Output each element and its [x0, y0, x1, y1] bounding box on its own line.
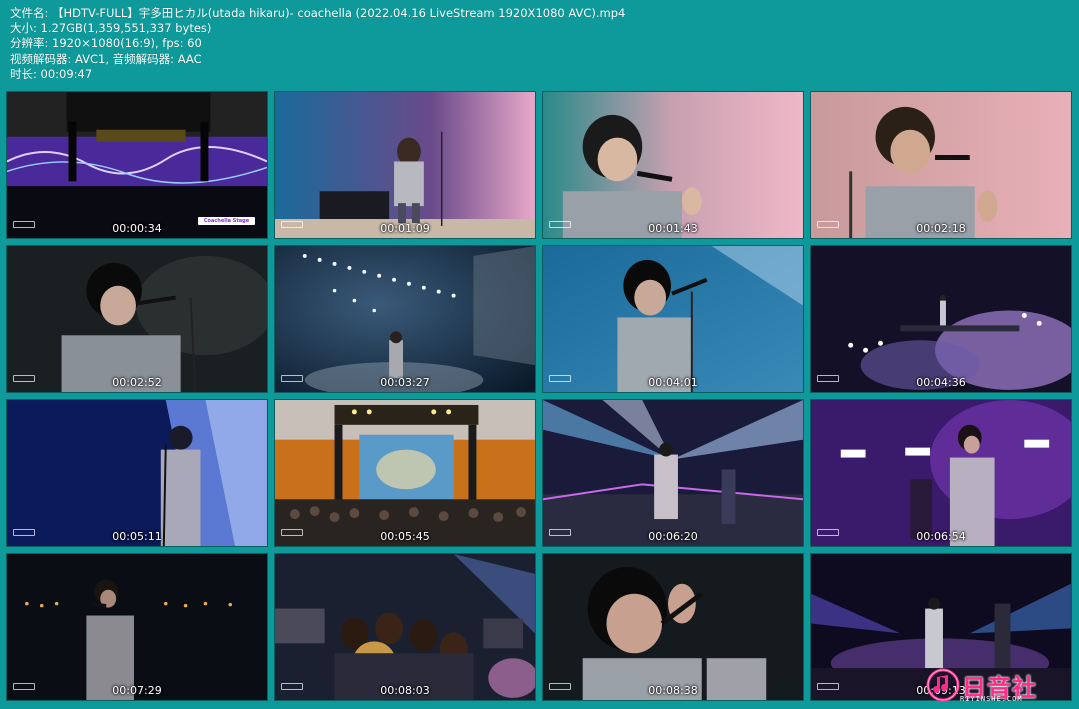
codecs: 视频解码器: AVC1, 音频解码器: AAC [10, 51, 202, 66]
thumbnail[interactable]: 00:01:09 [274, 91, 536, 239]
thumbnail[interactable]: Coachella Stage 00:00:34 [6, 91, 268, 239]
thumbnail-image [275, 246, 535, 392]
thumbnail-image [543, 400, 803, 546]
thumbnail[interactable]: 00:07:29 [6, 553, 268, 701]
thumbnail[interactable]: 00:04:36 [810, 245, 1072, 393]
timestamp: 00:05:11 [112, 530, 162, 543]
thumbnail[interactable]: 00:05:11 [6, 399, 268, 547]
timestamp: 00:01:09 [380, 222, 430, 235]
thumbnail-image [543, 92, 803, 238]
file-size: 大小: 1.27GB(1,359,551,337 bytes) [10, 21, 212, 36]
thumbnail-image [811, 400, 1071, 546]
thumbnail-image [275, 92, 535, 238]
timestamp: 00:06:54 [916, 530, 966, 543]
thumbnail[interactable]: 00:02:18 [810, 91, 1072, 239]
thumbnail-image [275, 554, 535, 700]
file-name: 文件名: 【HDTV-FULL】宇多田ヒカル(utada hikaru)- co… [10, 6, 626, 20]
thumbnail-image [543, 554, 803, 700]
timestamp: 00:06:20 [648, 530, 698, 543]
timestamp: 00:02:18 [916, 222, 966, 235]
timestamp: 00:01:43 [648, 222, 698, 235]
timestamp: 00:02:52 [112, 376, 162, 389]
file-info: 文件名: 【HDTV-FULL】宇多田ヒカル(utada hikaru)- co… [10, 6, 625, 82]
thumbnail[interactable]: 00:08:38 [542, 553, 804, 701]
video-resolution: 分辨率: 1920×1080(16:9), fps: 60 [10, 36, 202, 51]
thumbnail-image [811, 92, 1071, 238]
thumbnail[interactable]: 00:05:45 [274, 399, 536, 547]
thumbnail[interactable]: 00:02:52 [6, 245, 268, 393]
timestamp: 00:07:29 [112, 684, 162, 697]
music-note-icon [926, 668, 960, 702]
site-watermark-logo: 日音社 RIYINSHE.COM [926, 664, 1074, 706]
thumbnail[interactable]: 00:06:20 [542, 399, 804, 547]
thumbnail[interactable]: 00:08:03 [274, 553, 536, 701]
timestamp: 00:04:01 [648, 376, 698, 389]
thumbnail-image [543, 246, 803, 392]
timestamp: 00:08:03 [380, 684, 430, 697]
thumbnail-image [7, 400, 267, 546]
duration: 时长: 00:09:47 [10, 66, 93, 81]
thumbnail[interactable]: 00:01:43 [542, 91, 804, 239]
thumbnail-image [811, 246, 1071, 392]
thumbnail-image [275, 400, 535, 546]
timestamp: 00:05:45 [380, 530, 430, 543]
thumbnail[interactable]: 00:03:27 [274, 245, 536, 393]
thumbnail[interactable]: 00:06:54 [810, 399, 1072, 547]
thumbnail-image [7, 554, 267, 700]
timestamp: 00:03:27 [380, 376, 430, 389]
thumbnail-grid: Coachella Stage 00:00:34 00:01:09 00:01:… [6, 91, 1074, 701]
timestamp: 00:04:36 [916, 376, 966, 389]
timestamp: 00:00:34 [112, 222, 162, 235]
logo-subtext: RIYINSHE.COM [960, 695, 1023, 703]
timestamp: 00:08:38 [648, 684, 698, 697]
thumbnail[interactable]: 00:04:01 [542, 245, 804, 393]
thumbnail-image [7, 246, 267, 392]
